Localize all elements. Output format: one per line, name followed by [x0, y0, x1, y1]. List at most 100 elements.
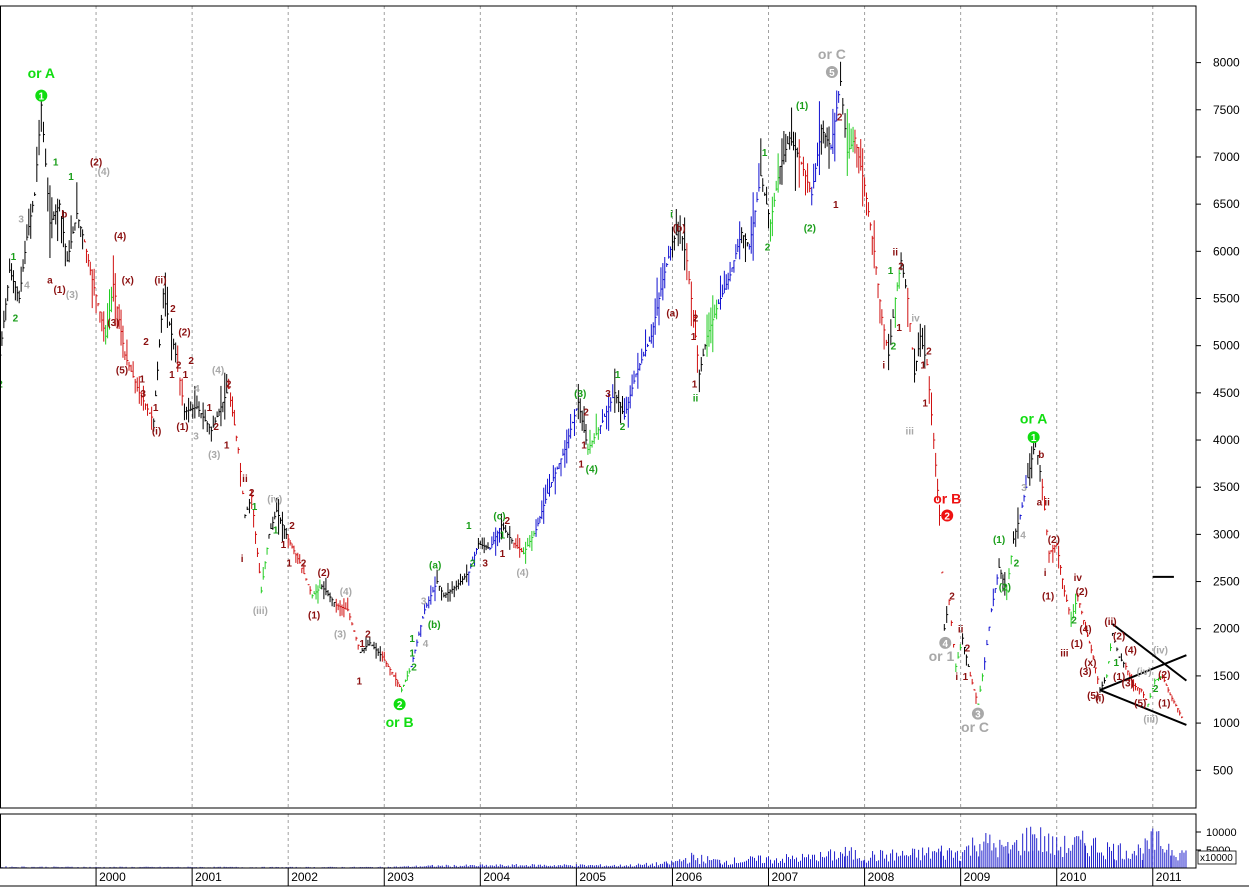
- wave-label: 1: [409, 648, 415, 659]
- price-frame: [0, 5, 1197, 809]
- wave-label: 2: [226, 379, 232, 390]
- axes: 2000 2001 2002 2003 2004 2005 2006 2007 2008 2009…: [0, 5, 1249, 887]
- wave-label: 1: [762, 148, 768, 159]
- wave-label: (b): [673, 224, 686, 235]
- wave-label: 3: [193, 431, 199, 442]
- wave-label: (1): [53, 285, 65, 296]
- wave-label: iv: [911, 313, 920, 324]
- wave-label: (1): [308, 611, 320, 622]
- wave-label: i: [1044, 568, 1047, 579]
- wave-label: (iii): [253, 606, 268, 617]
- wave-label: (4): [1125, 645, 1137, 656]
- wave-labels: or A121234a(1)(3)b11(2)(4)(4)(x)(3)(5)(i…: [0, 46, 1170, 735]
- y-tick-label: 8000: [1213, 56, 1240, 70]
- wave-label: 1: [1113, 658, 1119, 669]
- wave-label: 1: [963, 672, 969, 683]
- wave-label: (3): [66, 290, 78, 301]
- wave-label: (x): [122, 276, 134, 287]
- wave-label: 1: [252, 502, 258, 513]
- y-tick-label: 5500: [1213, 291, 1240, 305]
- x-tick-label: 2008: [868, 870, 895, 884]
- wave-label: b: [1038, 450, 1044, 461]
- wave-label: (b): [428, 620, 441, 631]
- wave-label: 2: [289, 521, 295, 532]
- wave-label: 3: [1021, 483, 1027, 494]
- wave-label: or C: [818, 46, 846, 62]
- wave-label: 2: [213, 422, 219, 433]
- volume-bars: [0, 826, 1187, 868]
- x-tick-label: 2001: [195, 870, 222, 884]
- wave-label: 1: [500, 549, 506, 560]
- wave-label: ii: [693, 394, 699, 405]
- wave-label: 4: [1020, 530, 1026, 541]
- wave-label: 2: [926, 346, 932, 357]
- wave-label: 2: [693, 313, 699, 324]
- x-tick-label: 2011: [1156, 870, 1182, 884]
- wave-circle-label: 5: [829, 68, 835, 79]
- wave-label: i: [955, 672, 958, 683]
- wave-label: ii: [958, 625, 964, 636]
- wave-label: 2: [898, 261, 904, 272]
- wave-label: 1: [615, 370, 621, 381]
- wave-label: 1: [920, 361, 926, 372]
- wave-label: (1): [993, 535, 1005, 546]
- wave-label: 2: [949, 592, 955, 603]
- x-tick-label: 2002: [291, 870, 318, 884]
- wave-label: 1: [359, 639, 365, 650]
- y-tick-label: 2000: [1213, 622, 1240, 636]
- wave-label: (5): [116, 365, 128, 376]
- wave-label: ii: [1044, 497, 1050, 508]
- wave-label: (2): [1158, 670, 1170, 681]
- wave-label: or C: [961, 719, 989, 735]
- wave-label: or 1: [929, 648, 955, 664]
- y-tick-label: 6500: [1213, 197, 1240, 211]
- wave-label: (3): [1079, 667, 1091, 678]
- wave-label: 1: [888, 266, 894, 277]
- wave-label: iii: [1060, 648, 1069, 659]
- y-tick-label: 3000: [1213, 527, 1240, 541]
- y-tick-label: 4000: [1213, 433, 1240, 447]
- wave-label: (iv): [267, 495, 282, 506]
- wave-label: 3: [605, 389, 611, 400]
- wave-label: (2): [1113, 631, 1125, 642]
- wave-label: (2): [999, 582, 1011, 593]
- wave-label: 1: [183, 370, 189, 381]
- wave-label: 1: [224, 441, 230, 452]
- wave-label: 2: [249, 488, 255, 499]
- x-tick-label: 2000: [99, 870, 126, 884]
- volume-y-tick-label: 10000: [1206, 827, 1237, 839]
- wave-label: (1): [1042, 592, 1054, 603]
- volume-multiplier-label: x10000: [1200, 853, 1233, 864]
- wave-label: ii: [242, 474, 248, 485]
- wave-label: 1: [409, 634, 415, 645]
- wave-label: (3): [574, 389, 586, 400]
- wave-label: a: [47, 276, 53, 287]
- wave-label: 1: [500, 530, 506, 541]
- wave-label: 1: [466, 521, 472, 532]
- wave-label: 2: [13, 313, 19, 324]
- wave-circle-label: 1: [39, 92, 45, 103]
- x-tick-label: 2010: [1060, 870, 1087, 884]
- wave-label: 1: [11, 252, 17, 263]
- wave-label: 3: [482, 559, 488, 570]
- wave-label: or B: [933, 490, 961, 506]
- wave-label: (ii): [154, 276, 166, 287]
- wave-label: 2: [143, 337, 149, 348]
- wave-label: (3): [334, 629, 346, 640]
- wave-label: (1): [1071, 639, 1083, 650]
- wave-label: a: [1037, 497, 1043, 508]
- wave-label: (4): [340, 587, 352, 598]
- wave-label: 1: [68, 172, 74, 183]
- wave-circle-label: 1: [1031, 433, 1037, 444]
- x-tick-label: 2007: [772, 870, 799, 884]
- wave-label: (4): [586, 464, 598, 475]
- wave-label: b: [61, 210, 67, 221]
- wave-label: 4: [423, 639, 429, 650]
- wave-label: (1): [796, 101, 808, 112]
- wave-label: 2: [504, 516, 510, 527]
- wave-label: 1: [153, 403, 159, 414]
- wave-label: (2): [804, 224, 816, 235]
- wave-circle-label: 2: [397, 700, 403, 711]
- wave-label: ii: [893, 247, 899, 258]
- elliott-wave-chart: or A121234a(1)(3)b11(2)(4)(4)(x)(3)(5)(i…: [0, 0, 1249, 888]
